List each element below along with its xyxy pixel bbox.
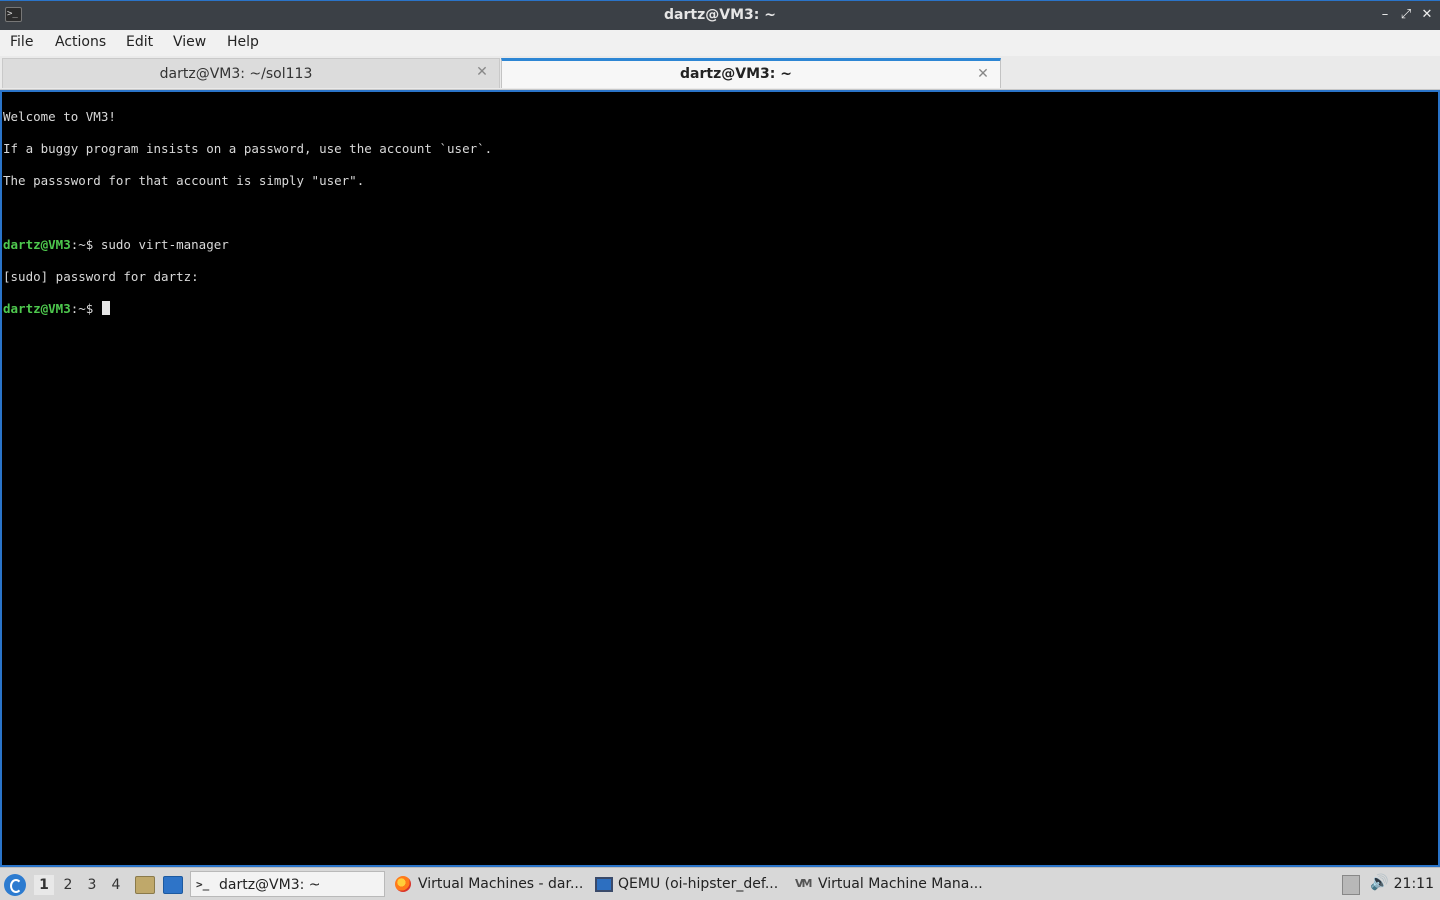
text-cursor xyxy=(101,301,110,315)
show-desktop-icon[interactable] xyxy=(163,876,183,894)
prompt-separator: :~$ xyxy=(70,237,101,252)
firefox-icon xyxy=(395,876,411,892)
clock[interactable]: 21:11 xyxy=(1394,876,1434,892)
volume-icon[interactable]: 🔊 xyxy=(1370,873,1389,891)
maximize-button[interactable]: ⤢ xyxy=(1397,6,1415,24)
window-titlebar[interactable]: >_ dartz@VM3: ~ – ⤢ ✕ xyxy=(0,0,1440,30)
menu-help[interactable]: Help xyxy=(227,34,259,50)
task-label: Virtual Machines - dar... xyxy=(418,876,584,892)
tab-home[interactable]: dartz@VM3: ~ ✕ xyxy=(501,58,1001,88)
taskbar: 1 2 3 4 >_ dartz@VM3: ~ Virtual Machines… xyxy=(0,867,1440,900)
menu-actions[interactable]: Actions xyxy=(55,34,106,50)
menu-file[interactable]: File xyxy=(10,34,33,50)
close-window-button[interactable]: ✕ xyxy=(1418,6,1436,24)
file-manager-icon[interactable] xyxy=(135,876,155,894)
workspace-3[interactable]: 3 xyxy=(82,875,102,895)
terminal-line: dartz@VM3:~$ sudo virt-manager xyxy=(3,237,1438,253)
terminal-line: The passsword for that account is simply… xyxy=(3,173,365,188)
terminal-area[interactable]: Welcome to VM3! If a buggy program insis… xyxy=(0,90,1440,867)
tab-close-icon[interactable]: ✕ xyxy=(976,67,990,81)
prompt-user: dartz@VM3 xyxy=(3,301,71,316)
workspace-4[interactable]: 4 xyxy=(106,875,126,895)
virt-manager-icon: VM xyxy=(795,877,812,890)
task-virt-manager[interactable]: VM Virtual Machine Mana... xyxy=(790,871,988,897)
terminal-line: If a buggy program insists on a password… xyxy=(3,141,493,156)
terminal-line: [sudo] password for dartz: xyxy=(3,269,199,284)
clipboard-icon[interactable] xyxy=(1342,875,1360,895)
terminal-line: dartz@VM3:~$ xyxy=(3,301,1438,317)
task-label: QEMU (oi-hipster_def... xyxy=(618,876,779,892)
tab-close-icon[interactable]: ✕ xyxy=(475,65,489,79)
start-menu-icon[interactable] xyxy=(4,874,26,896)
task-qemu[interactable]: QEMU (oi-hipster_def... xyxy=(590,871,786,897)
task-terminal[interactable]: >_ dartz@VM3: ~ xyxy=(190,871,385,897)
menu-edit[interactable]: Edit xyxy=(126,34,153,50)
tab-label: dartz@VM3: ~/sol113 xyxy=(159,66,313,82)
monitor-icon xyxy=(595,877,613,892)
tab-sol113[interactable]: dartz@VM3: ~/sol113 ✕ xyxy=(2,58,500,88)
window-title: dartz@VM3: ~ xyxy=(664,7,776,23)
command-text: sudo virt-manager xyxy=(100,237,229,252)
prompt-separator: :~$ xyxy=(70,301,101,316)
task-label: dartz@VM3: ~ xyxy=(219,877,321,893)
tab-bar: dartz@VM3: ~/sol113 ✕ dartz@VM3: ~ ✕ xyxy=(0,56,1440,90)
task-firefox[interactable]: Virtual Machines - dar... xyxy=(390,871,588,897)
workspace-2[interactable]: 2 xyxy=(58,875,78,895)
prompt-user: dartz@VM3 xyxy=(3,237,71,252)
menu-view[interactable]: View xyxy=(173,34,206,50)
terminal-icon: >_ xyxy=(196,878,210,891)
task-label: Virtual Machine Mana... xyxy=(818,876,983,892)
terminal-line: Welcome to VM3! xyxy=(3,109,116,124)
menu-bar: File Actions Edit View Help xyxy=(0,30,1440,56)
tab-label: dartz@VM3: ~ xyxy=(680,66,792,82)
workspace-1[interactable]: 1 xyxy=(34,875,54,895)
minimize-button[interactable]: – xyxy=(1376,6,1394,24)
